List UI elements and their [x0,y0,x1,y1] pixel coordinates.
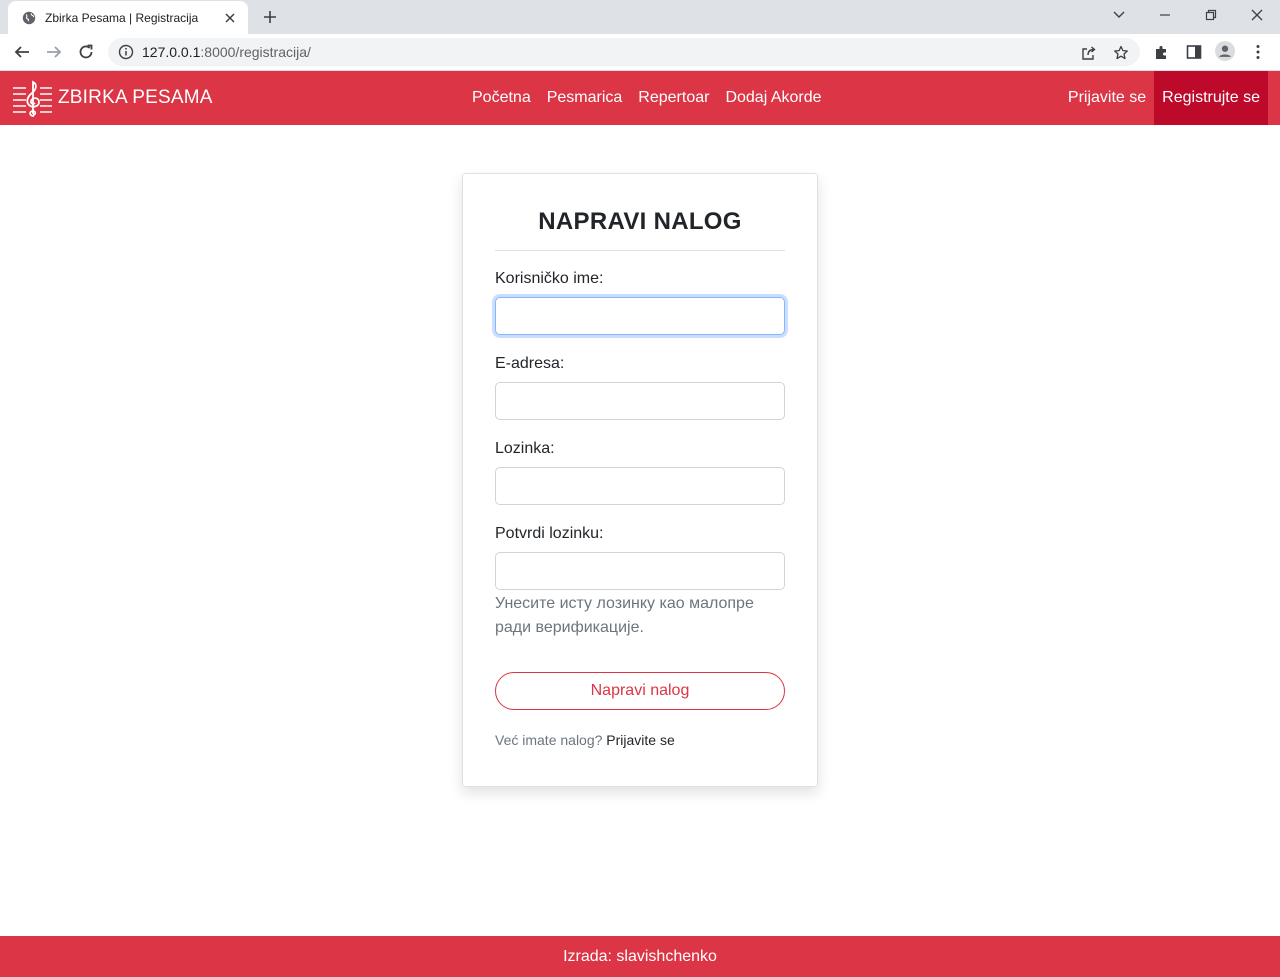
side-panel-icon[interactable] [1184,42,1204,62]
bookmark-star-icon[interactable] [1112,44,1130,62]
close-window-icon[interactable] [1245,5,1269,25]
nav-link-dodaj-akorde[interactable]: Dodaj Akorde [717,89,829,107]
minimize-window-icon[interactable] [1153,5,1177,25]
browser-tab-strip: Zbirka Pesama | Registracija [0,0,1280,34]
username-input[interactable] [495,297,785,335]
back-icon[interactable] [10,40,34,64]
restore-window-icon[interactable] [1199,5,1223,25]
page-title: NAPRAVI NALOG [538,208,742,235]
username-label: Korisničko ime: [495,270,604,287]
extensions-icon[interactable] [1152,42,1172,62]
footer-text: Izrada: slavishchenko [563,947,717,965]
close-tab-icon[interactable] [222,10,238,26]
login-link[interactable]: Prijavite se [606,732,674,748]
tab-title: Zbirka Pesama | Registracija [45,10,199,25]
password-input[interactable] [495,467,785,505]
url-text: 127.0.0.1:8000/registracija/ [142,44,311,60]
login-hint: Već imate nalog? Prijavite se [495,732,785,748]
new-tab-button[interactable] [260,7,280,27]
auth-nav: Prijavite se Registrujte se [1060,71,1268,125]
nav-link-pesmarica[interactable]: Pesmarica [539,89,631,107]
confirm-password-label: Potvrdi lozinku: [495,525,604,542]
create-account-button[interactable]: Napravi nalog [495,672,785,710]
email-input[interactable] [495,382,785,420]
reload-icon[interactable] [74,40,98,64]
login-prompt: Već imate nalog? [495,732,603,748]
nav-register-link[interactable]: Registrujte se [1154,71,1268,125]
profile-avatar-icon[interactable] [1215,41,1235,61]
email-label: E-adresa: [495,355,565,372]
brand-link[interactable]: ZBIRKA PESAMA [12,78,213,118]
nav-link-repertoar[interactable]: Repertoar [630,89,717,107]
tab-search-icon[interactable] [1107,5,1131,25]
browser-menu-icon[interactable] [1248,42,1268,62]
browser-tab[interactable]: Zbirka Pesama | Registracija [8,1,248,34]
nav-login-link[interactable]: Prijavite se [1060,71,1154,125]
browser-toolbar: 127.0.0.1:8000/registracija/ [0,34,1280,71]
main-nav: Početna Pesmarica Repertoar Dodaj Akorde [464,71,830,125]
address-bar[interactable]: 127.0.0.1:8000/registracija/ [108,38,1140,66]
forward-icon[interactable] [42,40,66,64]
password-label: Lozinka: [495,440,555,457]
registration-card: NAPRAVI NALOG Korisničko ime: E-adresa: … [462,173,818,787]
site-navbar: ZBIRKA PESAMA Početna Pesmarica Repertoa… [0,71,1280,125]
brand-name: ZBIRKA PESAMA [58,87,213,108]
confirm-password-input[interactable] [495,552,785,590]
treble-clef-logo-icon [12,78,54,118]
globe-icon [22,11,36,25]
nav-link-pocetna[interactable]: Početna [464,89,539,107]
site-footer: Izrada: slavishchenko [0,936,1280,977]
share-icon[interactable] [1080,44,1098,62]
confirm-password-help: Унесите исту лозинку као малопре ради ве… [495,595,754,636]
site-info-icon[interactable] [118,44,134,60]
divider [495,250,785,251]
